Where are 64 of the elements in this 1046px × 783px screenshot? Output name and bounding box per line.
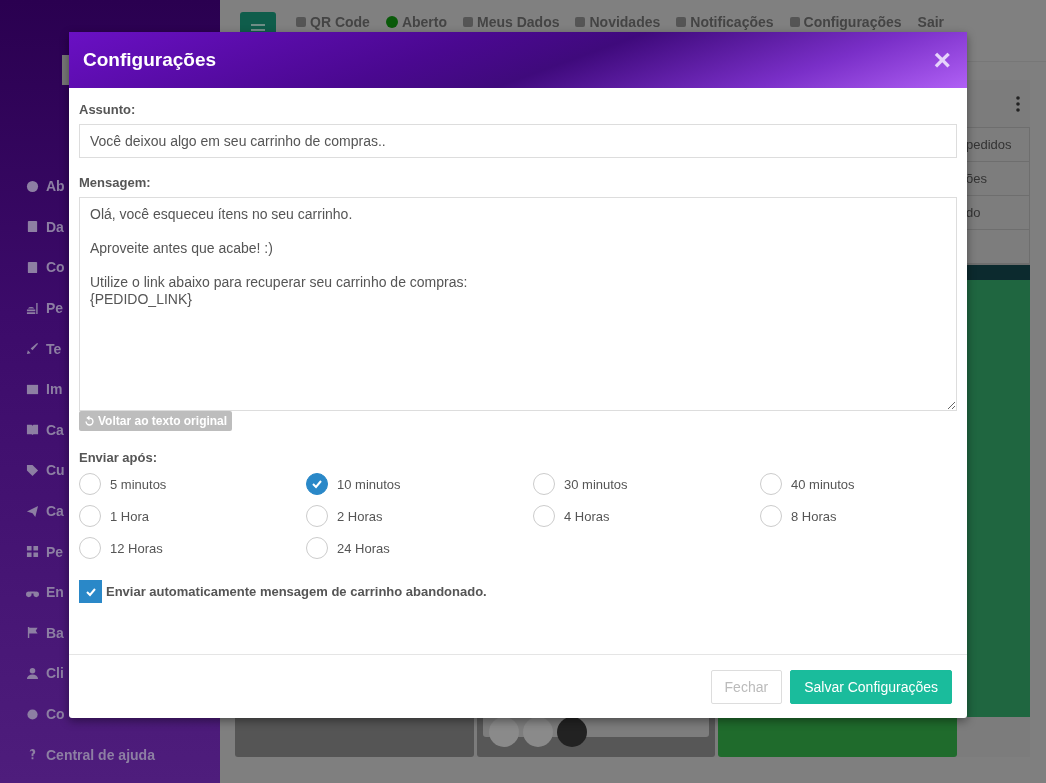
status-dot [385,16,398,28]
nav-link[interactable]: Aberto [385,14,447,30]
sidebar-label: Cli [46,665,64,682]
sidebar-label: Pe [46,300,64,317]
tag-icon [26,463,39,477]
radio-button[interactable] [533,473,555,495]
radio-option[interactable]: 5 minutos [79,473,306,495]
sidebar-label: Co [46,706,65,722]
radio-button[interactable] [533,505,555,527]
radio-button[interactable] [79,473,101,495]
sidebar-label: Ba [46,624,64,641]
check-icon [311,478,323,490]
radio-option[interactable]: 1 Hora [79,505,306,527]
dialog-title: Configurações [83,49,217,71]
sidebar-label: Te [46,340,62,357]
file-icon [26,261,39,274]
nav-link[interactable]: Novidades [575,14,661,30]
radio-option[interactable]: 40 minutos [760,473,987,495]
nav-link[interactable]: Notificações [676,14,774,30]
radio-option[interactable]: 12 Horas [79,537,306,559]
sidebar-label: Central de ajuda [46,746,155,763]
radio-button[interactable] [760,473,782,495]
sidebar-label: Da [46,218,64,235]
nav-link[interactable]: QR Code [296,14,370,30]
sidebar-label: Ca [46,503,64,520]
radio-button[interactable] [306,537,328,559]
field-label: Mensagem: [79,175,151,190]
subject-field[interactable]: Você deixou algo em seu carrinho de compras.. [79,124,957,158]
radio-button[interactable] [306,505,328,527]
checkbox-label: Enviar automaticamente mensagem de carrinho abandonado. [106,584,487,599]
sidebar-label: Ca [46,421,64,438]
reset-button[interactable]: Voltar ao texto original [79,411,233,431]
sidebar-label: Co [46,259,65,276]
sidebar-label: Cu [46,462,65,479]
radio-option[interactable]: 24 Horas [306,537,533,559]
book-icon [26,423,39,437]
sidebar-label: Im [46,381,63,398]
field-label: Enviar após: [79,450,158,465]
nav-link[interactable]: Meus Dados [463,14,560,30]
brush-icon [26,342,39,356]
radio-option[interactable]: 10 minutos [306,473,533,495]
nav-link[interactable]: Sair [917,14,945,30]
more-icon[interactable] [1016,96,1020,112]
nav-link[interactable]: Configurações [789,14,902,30]
undo-icon [84,415,95,427]
radio-button[interactable] [79,505,101,527]
radio-button[interactable] [79,537,101,559]
message-field[interactable]: Olá, você esqueceu ítens no seu carrinho. Aproveite antes que acabe! :) Utilize o link abaixo para recuperar seu carrinho de compras: {PEDIDO_LINK} [79,197,957,411]
radio-option[interactable]: 30 minutos [533,473,760,495]
checkbox[interactable] [79,580,102,603]
save-button[interactable]: Salvar Configurações [790,669,952,704]
sidebar-label: En [46,584,64,601]
file-icon [26,220,39,234]
radio-option[interactable]: 8 Horas [760,505,987,527]
field-label: Assunto: [79,102,136,117]
plane-icon [26,504,39,518]
close-button[interactable]: × [933,45,951,75]
sidebar-label: Ab [46,178,65,195]
radio-option[interactable]: 4 Horas [533,505,760,527]
radio-button[interactable] [306,473,328,495]
sidebar-label: Pe [46,543,64,560]
flag-icon [26,626,39,640]
radio-button[interactable] [760,505,782,527]
radio-option[interactable]: 2 Horas [306,505,533,527]
